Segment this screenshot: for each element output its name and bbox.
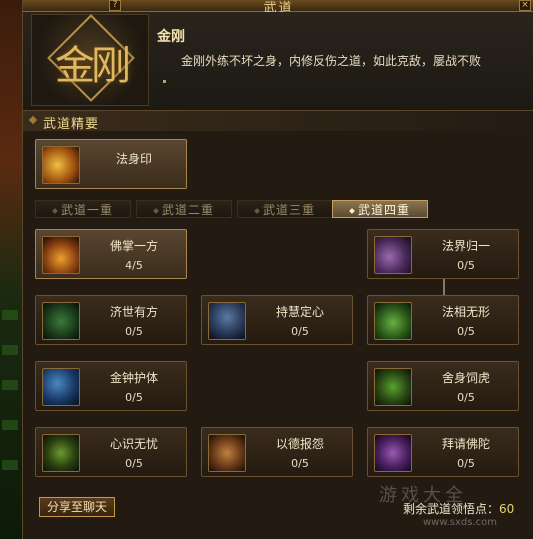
tab-tier-1[interactable]: 武道一重 bbox=[35, 200, 131, 218]
diamond-icon bbox=[28, 115, 38, 125]
section-title: 武道精要 bbox=[43, 117, 100, 132]
skill-name: 金刚 bbox=[157, 29, 185, 45]
share-to-chat-button[interactable]: 分享至聊天 bbox=[39, 497, 115, 517]
skill-name: 心识无忧 bbox=[109, 437, 158, 451]
skill-level: 4/5 bbox=[125, 259, 143, 272]
section-header: 武道精要 bbox=[23, 111, 533, 132]
skill-level: 0/5 bbox=[125, 391, 143, 404]
skill-level: 0/5 bbox=[125, 325, 143, 338]
close-button[interactable]: × bbox=[519, 0, 531, 11]
skill-level: 0/5 bbox=[125, 457, 143, 470]
tab-tier-2[interactable]: 武道二重 bbox=[136, 200, 232, 218]
skill-card[interactable]: 金钟护体 0/5 bbox=[35, 361, 187, 411]
skill-name: 舍身饲虎 bbox=[441, 371, 490, 385]
skill-card[interactable]: 佛掌一方 4/5 bbox=[35, 229, 187, 279]
golden-bell-icon bbox=[42, 368, 80, 406]
skill-description: 金刚外练不坏之身，内修反伤之道，如此克敌，屡战不败 bbox=[181, 54, 482, 68]
skill-level: 0/5 bbox=[457, 391, 475, 404]
skill-name: 法界归一 bbox=[441, 239, 490, 253]
skill-name: 拜请佛陀 bbox=[441, 437, 490, 451]
remaining-points-value: 60 bbox=[499, 502, 515, 516]
meditation-icon bbox=[208, 302, 246, 340]
help-button[interactable]: ? bbox=[109, 0, 121, 11]
tab-tier-4[interactable]: 武道四重 bbox=[332, 200, 428, 218]
skill-level: 0/5 bbox=[291, 325, 309, 338]
buddha-icon bbox=[374, 434, 412, 472]
tier-tabs: 武道一重 武道二重 武道三重 武道四重 bbox=[23, 200, 533, 218]
remaining-points-label: 剩余武道领悟点： bbox=[403, 502, 500, 516]
game-background bbox=[0, 0, 22, 539]
palm-seal-icon bbox=[42, 146, 80, 184]
skill-connector bbox=[443, 279, 445, 295]
bullet-icon bbox=[163, 80, 166, 83]
skill-name: 佛掌一方 bbox=[109, 239, 158, 253]
tiger-icon bbox=[374, 368, 412, 406]
tab-tier-3[interactable]: 武道三重 bbox=[237, 200, 333, 218]
virtue-icon bbox=[208, 434, 246, 472]
skill-level: 0/5 bbox=[457, 457, 475, 470]
remaining-points: 剩余武道领悟点：60 bbox=[403, 500, 514, 517]
skill-level: 0/5 bbox=[291, 457, 309, 470]
skill-card[interactable]: 持慧定心 0/5 bbox=[201, 295, 353, 345]
skill-name: 以德报怨 bbox=[275, 437, 324, 451]
dharma-realm-icon bbox=[374, 236, 412, 274]
skill-card[interactable]: 法界归一 0/5 bbox=[367, 229, 519, 279]
skill-card[interactable]: 以德报怨 0/5 bbox=[201, 427, 353, 477]
skill-card[interactable]: 拜请佛陀 0/5 bbox=[367, 427, 519, 477]
dharma-form-icon bbox=[374, 302, 412, 340]
skill-card[interactable]: 济世有方 0/5 bbox=[35, 295, 187, 345]
watermark-url: www.sxds.com bbox=[423, 517, 498, 528]
buddha-palm-icon bbox=[42, 236, 80, 274]
skill-card[interactable]: 舍身饲虎 0/5 bbox=[367, 361, 519, 411]
essence-skill-card[interactable]: 法身印 bbox=[35, 139, 187, 189]
emblem-glyph: 金刚 bbox=[55, 43, 131, 89]
skill-level: 0/5 bbox=[457, 259, 475, 272]
title-bar: 武道 ? × bbox=[23, 0, 533, 16]
skill-level: 0/5 bbox=[457, 325, 475, 338]
skill-name: 持慧定心 bbox=[275, 305, 324, 319]
skill-name: 法相无形 bbox=[441, 305, 490, 319]
skill-panel: 武道精要 法身印 武道一重 武道二重 武道三重 武道四重 佛掌一方 4/5 法界… bbox=[23, 110, 533, 539]
martial-way-window: 武道 ? × 金刚 金刚 金刚外练不坏之身，内修反伤之道，如此克敌，屡战不败 武… bbox=[22, 0, 533, 539]
vajra-emblem-icon: 金刚 bbox=[31, 14, 149, 106]
mind-icon bbox=[42, 434, 80, 472]
essence-skill-name: 法身印 bbox=[115, 152, 152, 166]
skill-name: 济世有方 bbox=[109, 305, 158, 319]
skill-header: 金刚 金刚 金刚外练不坏之身，内修反伤之道，如此克敌，屡战不败 bbox=[23, 12, 533, 110]
swastika-icon bbox=[42, 302, 80, 340]
skill-card[interactable]: 法相无形 0/5 bbox=[367, 295, 519, 345]
skill-card[interactable]: 心识无忧 0/5 bbox=[35, 427, 187, 477]
skill-name: 金钟护体 bbox=[109, 371, 158, 385]
